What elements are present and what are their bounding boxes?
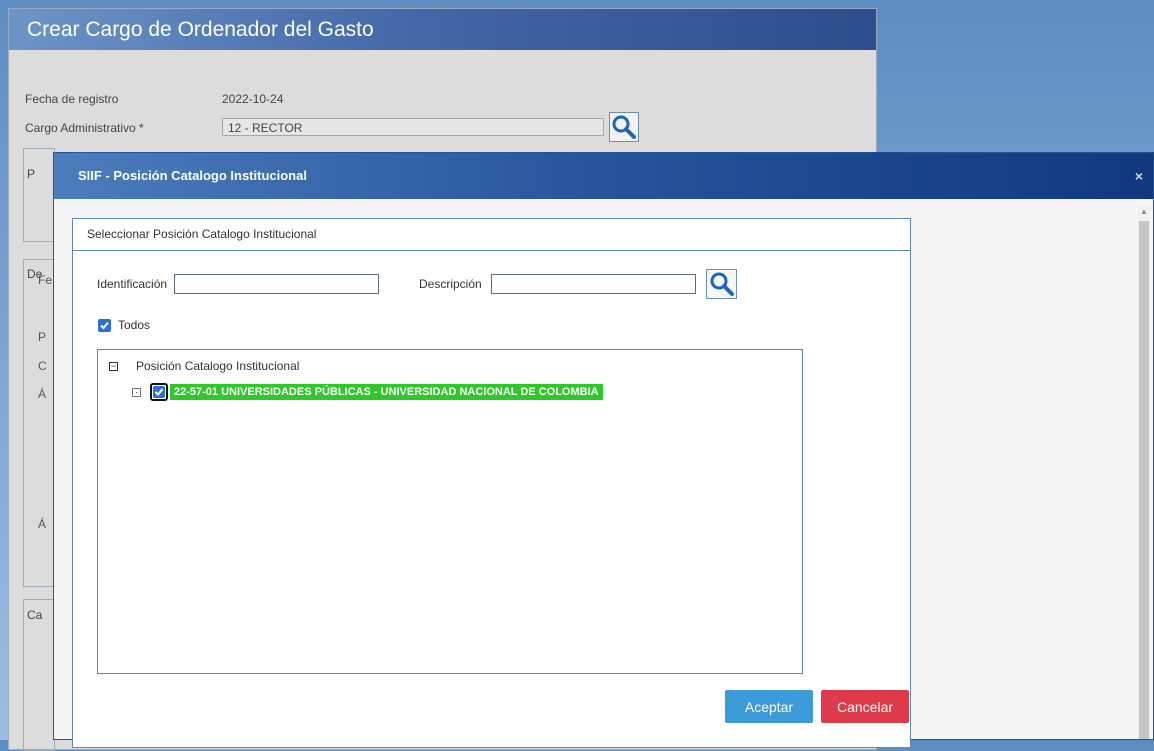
page-title: Crear Cargo de Ordenador del Gasto bbox=[9, 9, 876, 50]
fecha-label: Fecha de registro bbox=[25, 92, 119, 106]
field-label-5: Á bbox=[38, 517, 47, 531]
cargo-label: Cargo Administrativo * bbox=[25, 121, 144, 135]
scroll-thumb[interactable] bbox=[1139, 221, 1149, 739]
identificacion-input[interactable] bbox=[174, 274, 379, 294]
panel-title: Seleccionar Posición Catalogo Institucio… bbox=[73, 219, 910, 251]
tree-node-label[interactable]: 22-57-01 UNIVERSIDADES PÚBLICAS - UNIVER… bbox=[170, 384, 603, 400]
fieldset-3-legend: Ca bbox=[27, 608, 43, 622]
fecha-value: 2022-10-24 bbox=[222, 92, 284, 106]
descripcion-input[interactable] bbox=[491, 274, 696, 294]
fieldset-2: De bbox=[23, 259, 55, 587]
scroll-up-icon[interactable]: ▲ bbox=[1140, 207, 1148, 216]
fieldset-1: P bbox=[23, 148, 55, 242]
modal-title: SIIF - Posición Catalogo Institucional bbox=[78, 168, 307, 183]
cargo-input[interactable]: 12 - RECTOR bbox=[222, 118, 604, 136]
check-icon bbox=[154, 388, 164, 396]
fieldset-1-legend: P bbox=[27, 167, 36, 181]
descripcion-label: Descripción bbox=[419, 277, 482, 291]
cancel-button[interactable]: Cancelar bbox=[821, 690, 909, 723]
field-label-1: Fe bbox=[38, 273, 53, 287]
fieldset-3: Ca bbox=[23, 599, 55, 751]
cargo-search-button[interactable] bbox=[609, 112, 639, 142]
todos-label: Todos bbox=[118, 318, 151, 332]
search-button[interactable] bbox=[706, 269, 737, 299]
tree-node-checkbox[interactable] bbox=[150, 383, 168, 401]
tree-root-label[interactable]: Posición Catalogo Institucional bbox=[136, 359, 299, 373]
catalog-modal: SIIF - Posición Catalogo Institucional ×… bbox=[53, 152, 1154, 748]
expand-icon[interactable]: · bbox=[132, 388, 141, 397]
field-label-3: C bbox=[38, 359, 47, 373]
selection-panel: Seleccionar Posición Catalogo Institucio… bbox=[72, 218, 911, 748]
close-icon[interactable]: × bbox=[1135, 153, 1143, 199]
modal-header: SIIF - Posición Catalogo Institucional × bbox=[54, 153, 1153, 199]
modal-scrollbar[interactable]: ▲ bbox=[1138, 205, 1150, 739]
field-label-4: Á bbox=[38, 387, 47, 401]
todos-checkbox[interactable] bbox=[98, 319, 111, 332]
search-icon bbox=[710, 272, 734, 296]
accept-button[interactable]: Aceptar bbox=[725, 690, 813, 723]
identificacion-label: Identificación bbox=[97, 277, 168, 291]
search-icon bbox=[612, 115, 636, 139]
field-label-2: P bbox=[38, 330, 47, 344]
catalog-tree: − Posición Catalogo Institucional · 22-5… bbox=[97, 349, 803, 674]
check-icon bbox=[100, 321, 109, 330]
collapse-icon[interactable]: − bbox=[109, 362, 118, 371]
